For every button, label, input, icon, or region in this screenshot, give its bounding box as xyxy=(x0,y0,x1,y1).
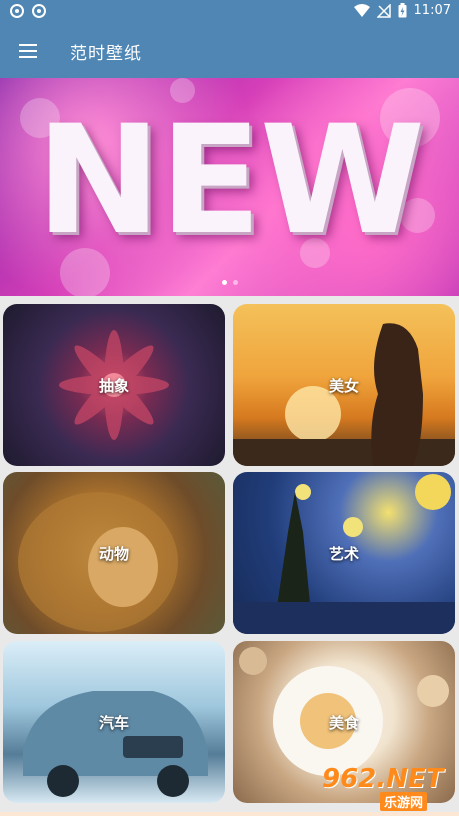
category-tile-abstract[interactable]: 抽象 xyxy=(3,304,225,466)
carousel-dot xyxy=(232,280,238,285)
menu-button[interactable] xyxy=(10,33,46,69)
banner-headline: NEW xyxy=(35,94,425,268)
app-bar: 范时壁纸 xyxy=(0,24,459,78)
banner-carousel[interactable]: NEW xyxy=(0,78,459,296)
sync-icon xyxy=(10,4,24,18)
tile-label: 汽车 xyxy=(98,713,129,732)
hamburger-icon xyxy=(19,44,37,46)
category-tile-cars[interactable]: 汽车 xyxy=(3,641,225,803)
battery-icon xyxy=(398,3,407,18)
clock: 11:07 xyxy=(413,3,451,18)
tile-label: 美女 xyxy=(328,376,359,395)
no-signal-icon xyxy=(376,3,391,18)
notification-icons xyxy=(10,4,46,18)
watermark-logo: 962.NET 乐游网 xyxy=(318,764,458,814)
watermark-sub: 乐游网 xyxy=(380,792,428,811)
watermark-brand: 962.NET xyxy=(322,764,444,794)
page-title: 范时壁纸 xyxy=(70,44,142,64)
next-row-peek xyxy=(0,812,459,816)
carousel-dot xyxy=(221,280,227,285)
status-bar: 11:07 xyxy=(0,0,459,24)
category-tile-beauty[interactable]: 美女 xyxy=(233,304,455,466)
tile-label: 动物 xyxy=(98,544,129,563)
carousel-indicator xyxy=(0,280,459,285)
category-tile-animals[interactable]: 动物 xyxy=(3,472,225,634)
tile-label: 抽象 xyxy=(98,376,129,395)
tile-label: 艺术 xyxy=(328,544,359,563)
category-tile-art[interactable]: 艺术 xyxy=(233,472,455,634)
wifi-icon xyxy=(353,3,370,17)
status-indicators: 11:07 xyxy=(353,3,451,18)
sync-icon-2 xyxy=(32,4,46,18)
